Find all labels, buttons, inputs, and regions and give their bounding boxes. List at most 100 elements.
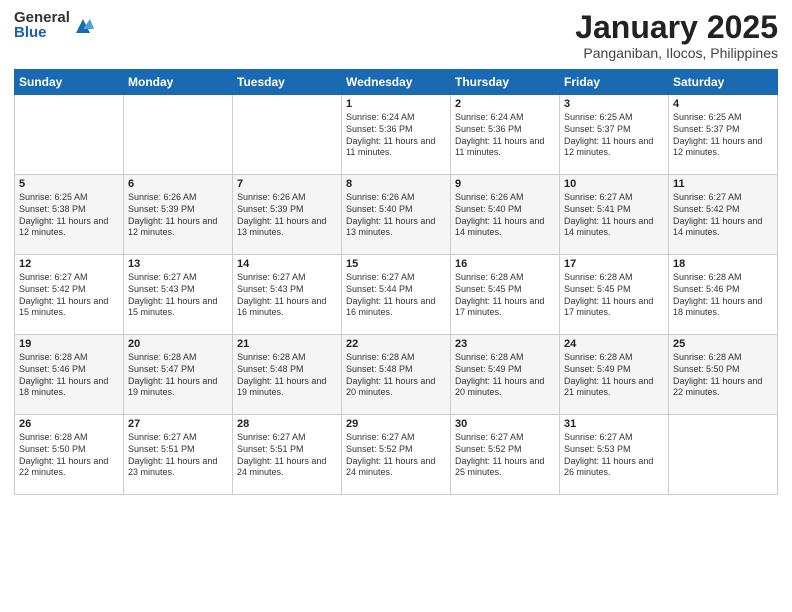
day-info: Sunrise: 6:27 AM Sunset: 5:43 PM Dayligh…	[128, 272, 228, 319]
table-row: 8 Sunrise: 6:26 AM Sunset: 5:40 PM Daylig…	[342, 175, 451, 255]
day-info: Sunrise: 6:24 AM Sunset: 5:36 PM Dayligh…	[455, 112, 555, 159]
table-row: 25Sunrise: 6:28 AM Sunset: 5:50 PM Dayli…	[669, 335, 778, 415]
day-info: Sunrise: 6:27 AM Sunset: 5:42 PM Dayligh…	[19, 272, 119, 319]
table-row: 11 Sunrise: 6:27 AM Sunset: 5:42 PM Dayli…	[669, 175, 778, 255]
page: General Blue January 2025 Panganiban, Il…	[0, 0, 792, 612]
day-info: Sunrise: 6:28 AM Sunset: 5:46 PM Dayligh…	[673, 272, 773, 319]
day-number: 22	[346, 338, 446, 350]
day-number: 13	[128, 258, 228, 270]
table-row: 9Sunrise: 6:26 AM Sunset: 5:40 PM Daylig…	[451, 175, 560, 255]
col-sunday: Sunday	[15, 70, 124, 95]
day-info: Sunrise: 6:28 AM Sunset: 5:45 PM Dayligh…	[455, 272, 555, 319]
day-number: 21	[237, 338, 337, 350]
table-row: 10Sunrise: 6:27 AM Sunset: 5:41 PM Dayli…	[560, 175, 669, 255]
title-location: Panganiban, Ilocos, Philippines	[575, 45, 778, 61]
calendar-week-row: 5 Sunrise: 6:25 AM Sunset: 5:38 PM Daylig…	[15, 175, 778, 255]
day-info: Sunrise: 6:27 AM Sunset: 5:52 PM Dayligh…	[455, 432, 555, 479]
day-number: 6	[128, 178, 228, 190]
logo-general: General	[14, 10, 70, 25]
table-row: 6 Sunrise: 6:26 AM Sunset: 5:39 PM Daylig…	[124, 175, 233, 255]
day-number: 28	[237, 418, 337, 430]
logo: General Blue	[14, 10, 94, 40]
table-row: 14Sunrise: 6:27 AM Sunset: 5:43 PM Dayli…	[233, 255, 342, 335]
day-number: 4	[673, 98, 773, 110]
day-info: Sunrise: 6:28 AM Sunset: 5:48 PM Dayligh…	[237, 352, 337, 399]
day-number: 5	[19, 178, 119, 190]
table-row	[669, 415, 778, 495]
table-row: 16Sunrise: 6:28 AM Sunset: 5:45 PM Dayli…	[451, 255, 560, 335]
day-info: Sunrise: 6:25 AM Sunset: 5:37 PM Dayligh…	[564, 112, 664, 159]
col-saturday: Saturday	[669, 70, 778, 95]
col-thursday: Thursday	[451, 70, 560, 95]
table-row: 24Sunrise: 6:28 AM Sunset: 5:49 PM Dayli…	[560, 335, 669, 415]
day-info: Sunrise: 6:28 AM Sunset: 5:48 PM Dayligh…	[346, 352, 446, 399]
day-info: Sunrise: 6:26 AM Sunset: 5:39 PM Dayligh…	[237, 192, 337, 239]
day-info: Sunrise: 6:28 AM Sunset: 5:50 PM Dayligh…	[19, 432, 119, 479]
table-row: 22 Sunrise: 6:28 AM Sunset: 5:48 PM Dayli…	[342, 335, 451, 415]
table-row: 28 Sunrise: 6:27 AM Sunset: 5:51 PM Dayli…	[233, 415, 342, 495]
calendar-week-row: 1 Sunrise: 6:24 AM Sunset: 5:36 PM Daylig…	[15, 95, 778, 175]
table-row: 26Sunrise: 6:28 AM Sunset: 5:50 PM Dayli…	[15, 415, 124, 495]
day-number: 29	[346, 418, 446, 430]
table-row: 13 Sunrise: 6:27 AM Sunset: 5:43 PM Dayli…	[124, 255, 233, 335]
table-row: 19 Sunrise: 6:28 AM Sunset: 5:46 PM Dayli…	[15, 335, 124, 415]
calendar-week-row: 12Sunrise: 6:27 AM Sunset: 5:42 PM Dayli…	[15, 255, 778, 335]
day-number: 18	[673, 258, 773, 270]
day-number: 27	[128, 418, 228, 430]
day-number: 10	[564, 178, 664, 190]
calendar-header-row: Sunday Monday Tuesday Wednesday Thursday…	[15, 70, 778, 95]
day-info: Sunrise: 6:27 AM Sunset: 5:43 PM Dayligh…	[237, 272, 337, 319]
table-row: 18 Sunrise: 6:28 AM Sunset: 5:46 PM Dayli…	[669, 255, 778, 335]
table-row	[124, 95, 233, 175]
table-row: 1 Sunrise: 6:24 AM Sunset: 5:36 PM Daylig…	[342, 95, 451, 175]
day-number: 25	[673, 338, 773, 350]
day-number: 24	[564, 338, 664, 350]
table-row: 7Sunrise: 6:26 AM Sunset: 5:39 PM Daylig…	[233, 175, 342, 255]
day-info: Sunrise: 6:27 AM Sunset: 5:51 PM Dayligh…	[237, 432, 337, 479]
day-number: 19	[19, 338, 119, 350]
logo-icon	[72, 15, 94, 37]
col-tuesday: Tuesday	[233, 70, 342, 95]
table-row	[15, 95, 124, 175]
table-row: 3Sunrise: 6:25 AM Sunset: 5:37 PM Daylig…	[560, 95, 669, 175]
day-number: 17	[564, 258, 664, 270]
table-row: 20 Sunrise: 6:28 AM Sunset: 5:47 PM Dayli…	[124, 335, 233, 415]
logo-blue: Blue	[14, 25, 70, 40]
day-info: Sunrise: 6:25 AM Sunset: 5:37 PM Dayligh…	[673, 112, 773, 159]
table-row: 5 Sunrise: 6:25 AM Sunset: 5:38 PM Daylig…	[15, 175, 124, 255]
day-info: Sunrise: 6:26 AM Sunset: 5:39 PM Dayligh…	[128, 192, 228, 239]
table-row: 23 Sunrise: 6:28 AM Sunset: 5:49 PM Dayli…	[451, 335, 560, 415]
day-info: Sunrise: 6:27 AM Sunset: 5:44 PM Dayligh…	[346, 272, 446, 319]
day-info: Sunrise: 6:28 AM Sunset: 5:49 PM Dayligh…	[455, 352, 555, 399]
table-row: 4 Sunrise: 6:25 AM Sunset: 5:37 PM Daylig…	[669, 95, 778, 175]
table-row: 15 Sunrise: 6:27 AM Sunset: 5:44 PM Dayli…	[342, 255, 451, 335]
day-info: Sunrise: 6:27 AM Sunset: 5:53 PM Dayligh…	[564, 432, 664, 479]
day-info: Sunrise: 6:24 AM Sunset: 5:36 PM Dayligh…	[346, 112, 446, 159]
table-row: 12Sunrise: 6:27 AM Sunset: 5:42 PM Dayli…	[15, 255, 124, 335]
day-info: Sunrise: 6:25 AM Sunset: 5:38 PM Dayligh…	[19, 192, 119, 239]
calendar-week-row: 19 Sunrise: 6:28 AM Sunset: 5:46 PM Dayli…	[15, 335, 778, 415]
day-number: 1	[346, 98, 446, 110]
day-info: Sunrise: 6:26 AM Sunset: 5:40 PM Dayligh…	[455, 192, 555, 239]
day-info: Sunrise: 6:27 AM Sunset: 5:51 PM Dayligh…	[128, 432, 228, 479]
day-info: Sunrise: 6:28 AM Sunset: 5:45 PM Dayligh…	[564, 272, 664, 319]
day-number: 8	[346, 178, 446, 190]
table-row: 29Sunrise: 6:27 AM Sunset: 5:52 PM Dayli…	[342, 415, 451, 495]
calendar-week-row: 26Sunrise: 6:28 AM Sunset: 5:50 PM Dayli…	[15, 415, 778, 495]
logo-text: General Blue	[14, 10, 70, 40]
day-number: 31	[564, 418, 664, 430]
day-number: 15	[346, 258, 446, 270]
col-friday: Friday	[560, 70, 669, 95]
day-info: Sunrise: 6:28 AM Sunset: 5:47 PM Dayligh…	[128, 352, 228, 399]
day-info: Sunrise: 6:28 AM Sunset: 5:46 PM Dayligh…	[19, 352, 119, 399]
col-wednesday: Wednesday	[342, 70, 451, 95]
day-number: 2	[455, 98, 555, 110]
day-number: 11	[673, 178, 773, 190]
title-area: January 2025 Panganiban, Ilocos, Philipp…	[575, 10, 778, 61]
day-number: 20	[128, 338, 228, 350]
day-info: Sunrise: 6:26 AM Sunset: 5:40 PM Dayligh…	[346, 192, 446, 239]
title-month: January 2025	[575, 10, 778, 45]
day-number: 23	[455, 338, 555, 350]
day-info: Sunrise: 6:27 AM Sunset: 5:42 PM Dayligh…	[673, 192, 773, 239]
table-row: 31 Sunrise: 6:27 AM Sunset: 5:53 PM Dayli…	[560, 415, 669, 495]
